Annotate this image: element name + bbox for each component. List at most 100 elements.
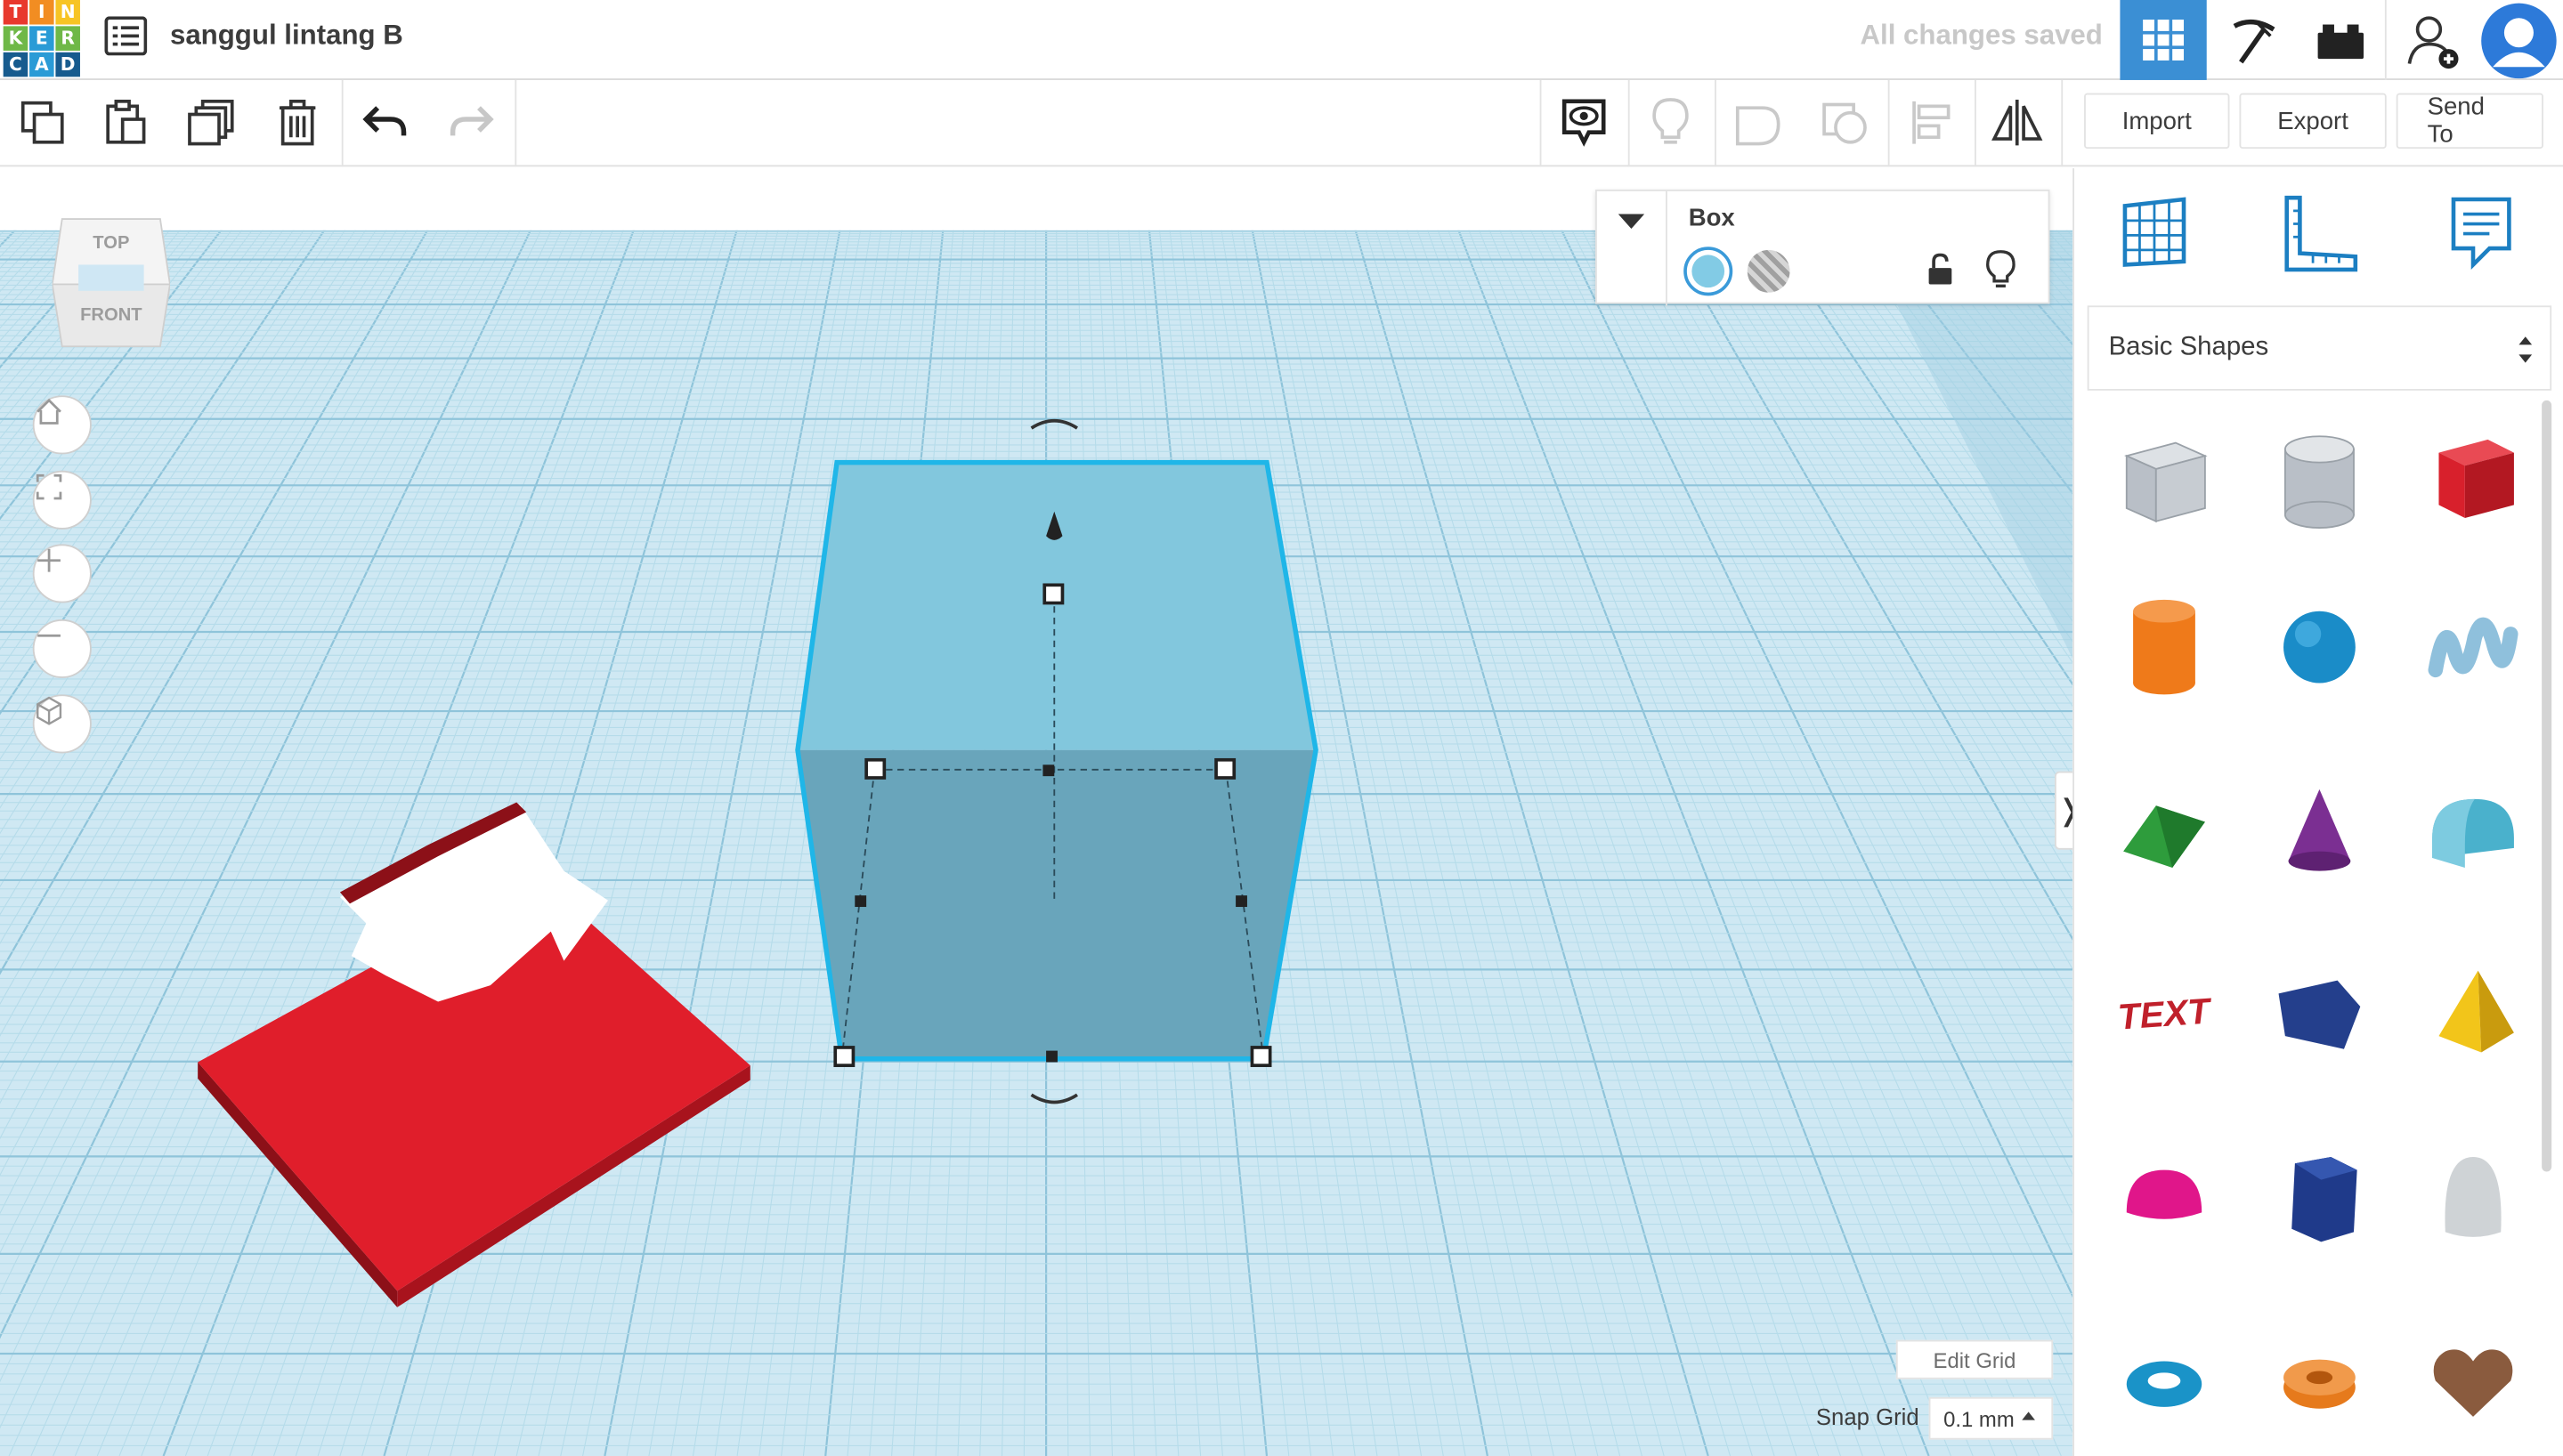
home-view-button[interactable] [32, 395, 92, 455]
user-avatar-icon [2480, 2, 2556, 78]
tinkercad-logo[interactable]: TIN KER CAD [3, 0, 82, 77]
export-button[interactable]: Export [2239, 93, 2387, 150]
corner-handle[interactable] [833, 1046, 856, 1067]
shape-half-sphere[interactable] [2107, 1141, 2222, 1256]
duplicate-button[interactable] [183, 93, 242, 152]
edge-handle[interactable] [1042, 764, 1055, 777]
workplane-button[interactable] [2110, 188, 2198, 276]
scribble-icon [2428, 617, 2518, 678]
design-list-icon[interactable] [104, 16, 148, 56]
corner-handle[interactable] [1214, 757, 1237, 780]
edit-grid-button[interactable]: Edit Grid [1895, 1339, 2054, 1379]
group-button[interactable] [1730, 93, 1788, 152]
show-hide-button[interactable] [1554, 93, 1613, 152]
user-account-button[interactable] [2475, 0, 2561, 80]
shape-name[interactable]: Box [1689, 205, 1735, 232]
import-button[interactable]: Import [2084, 93, 2230, 150]
roof-icon [2123, 805, 2205, 868]
shape-library-select[interactable]: Basic Shapes [2087, 305, 2552, 391]
unlock-icon [1928, 253, 1952, 285]
hide-all-button[interactable] [1641, 93, 1699, 152]
document-title[interactable]: sanggul lintang B [170, 20, 403, 53]
height-handle[interactable] [1042, 583, 1065, 605]
shape-pyramid[interactable] [2416, 954, 2531, 1069]
hole-button[interactable] [1747, 249, 1790, 293]
bricks-view-button[interactable] [2297, 0, 2383, 80]
solid-color-button[interactable] [1683, 247, 1733, 296]
edge-handle[interactable] [1236, 895, 1247, 908]
corner-handle[interactable] [1250, 1046, 1272, 1067]
shape-scribble[interactable] [2416, 588, 2531, 703]
inspector-collapse-button[interactable] [1597, 190, 1667, 306]
chevron-down-icon [1618, 214, 1645, 230]
shape-torus[interactable] [2107, 1322, 2222, 1436]
shape-sphere[interactable] [2262, 588, 2377, 703]
mirror-button[interactable] [1988, 93, 2047, 152]
zoom-out-button[interactable] [32, 619, 92, 678]
shapes-scrollbar[interactable] [2542, 400, 2552, 1172]
shape-paraboloid[interactable] [2416, 1141, 2531, 1256]
shape-inspector: Box [1595, 189, 2050, 306]
fit-all-button[interactable] [32, 470, 92, 530]
hide-shape-button[interactable] [1986, 250, 2016, 297]
half-sphere-icon [2126, 1169, 2202, 1219]
zoom-in-button[interactable] [32, 544, 92, 603]
shape-heart[interactable] [2416, 1322, 2531, 1436]
snap-grid-select[interactable]: 0.1 mm [1928, 1396, 2054, 1440]
bulb-icon [1652, 98, 1689, 144]
redo-button[interactable] [442, 93, 500, 152]
save-status: All changes saved [1860, 20, 2103, 51]
shape-polygon[interactable] [2262, 1141, 2377, 1256]
copy-button[interactable] [13, 93, 72, 152]
top-bar: TIN KER CAD sanggul lintang B All changes … [0, 0, 2563, 80]
3d-design-view-button[interactable] [2120, 0, 2207, 80]
box-icon [2438, 439, 2514, 519]
workplane-icon [2122, 197, 2186, 267]
send-to-button[interactable]: Send To [2396, 93, 2543, 150]
undo-button[interactable] [356, 93, 415, 152]
logo-letter: K [3, 26, 28, 51]
shape-cone[interactable] [2262, 772, 2377, 887]
shape-roof[interactable] [2107, 772, 2222, 887]
ruler-button[interactable] [2277, 188, 2365, 276]
workplane-viewport[interactable]: TOP FRONT Edit Grid Snap Grid 0.1 mm [0, 168, 2073, 1456]
bulb-icon [1986, 250, 2016, 287]
edge-handle[interactable] [855, 895, 867, 908]
invite-user-button[interactable] [2389, 0, 2475, 80]
shape-wedge[interactable] [2262, 954, 2377, 1069]
delete-button[interactable] [268, 93, 327, 152]
notes-button[interactable] [2437, 188, 2526, 276]
logo-letter: D [55, 52, 80, 77]
ungroup-button[interactable] [1816, 93, 1875, 152]
paste-button[interactable] [96, 93, 155, 152]
3d-design-grid-icon [2142, 19, 2184, 61]
shape-cylinder[interactable] [2107, 588, 2222, 703]
shape-text[interactable]: TEXT [2107, 954, 2222, 1069]
zoom-out-icon [37, 634, 61, 637]
codeblocks-view-button[interactable] [2209, 0, 2295, 80]
logo-letter: I [29, 0, 54, 25]
copy-icon [20, 101, 64, 144]
mirror-icon [1991, 100, 2043, 146]
redo-icon [450, 106, 494, 136]
lock-button[interactable] [1927, 253, 1953, 295]
align-button[interactable] [1902, 93, 1961, 152]
shape-box[interactable] [2416, 420, 2531, 535]
shape-cylinder-hole[interactable] [2262, 420, 2377, 535]
view-cube[interactable]: TOP FRONT [52, 213, 170, 350]
round-roof-icon [2432, 798, 2514, 868]
wedge-icon [2278, 980, 2361, 1049]
corner-handle[interactable] [864, 757, 887, 780]
shape-box-hole[interactable] [2107, 420, 2222, 535]
shape-tube[interactable] [2262, 1322, 2377, 1436]
shape-round-roof[interactable] [2416, 772, 2531, 887]
selected-box[interactable] [795, 418, 1318, 1104]
sphere-icon [2283, 611, 2356, 684]
duplicate-icon [188, 100, 234, 146]
fit-all-icon [36, 473, 62, 500]
box-hole-icon [2124, 441, 2208, 523]
polygon-icon [2291, 1156, 2357, 1242]
undo-icon [362, 106, 407, 136]
perspective-button[interactable] [32, 694, 92, 754]
edge-handle[interactable] [1046, 1050, 1058, 1063]
